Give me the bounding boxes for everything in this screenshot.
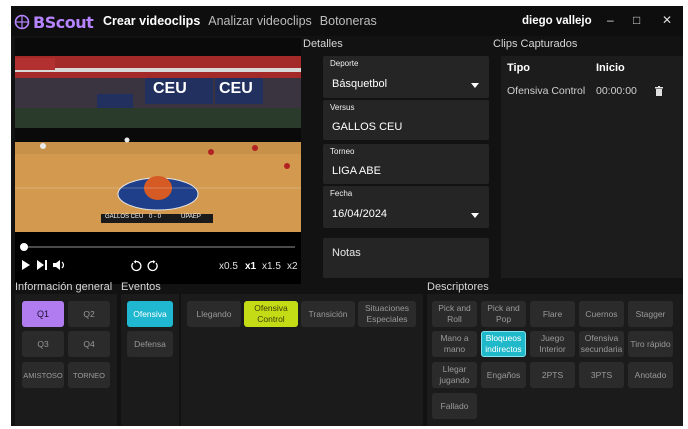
ofensiva-secundaria-button[interactable]: Ofensiva secundaria [579, 331, 624, 357]
versus-field[interactable]: Versus GALLOS CEU [323, 100, 489, 140]
scoreboard-home: GALLOS CEU [105, 214, 144, 220]
amistoso-button[interactable]: AMISTOSO [22, 362, 64, 388]
anotado-button[interactable]: Anotado [628, 362, 673, 388]
maximize-button[interactable]: □ [633, 13, 640, 27]
fecha-select[interactable]: Fecha 16/04/2024 [323, 186, 489, 228]
clips-column-inicio: Inicio [596, 62, 625, 74]
scoreboard-away: UPAEP [181, 214, 201, 220]
speed-1-5[interactable]: x1.5 [262, 261, 281, 272]
fecha-value: 16/04/2024 [332, 208, 388, 220]
pick-and-pop-button[interactable]: Pick and Pop [481, 301, 526, 327]
stagger-button[interactable]: Stagger [628, 301, 673, 327]
app-logo: BScout [13, 12, 94, 32]
progress-knob[interactable] [20, 243, 28, 251]
clips-title: Clips Capturados [493, 38, 578, 50]
descriptores-title: Descriptores [427, 281, 489, 293]
deporte-label: Deporte [330, 59, 359, 68]
q3-button[interactable]: Q3 [22, 331, 64, 357]
clips-column-tipo: Tipo [507, 62, 531, 74]
deporte-select[interactable]: Deporte Básquetbol [323, 56, 489, 98]
tiro-rapido-button[interactable]: Tiro rápido [628, 331, 673, 357]
chevron-down-icon [471, 213, 479, 218]
minimize-button[interactable]: – [607, 13, 614, 27]
brand-name: BScout [33, 12, 94, 32]
play-icon[interactable] [22, 260, 31, 274]
enganos-button[interactable]: Engaños [481, 362, 526, 388]
info-general-title: Información general [15, 281, 113, 293]
juego-interior-button[interactable]: Juego Interior [530, 331, 575, 357]
q2-button[interactable]: Q2 [68, 301, 110, 327]
clip-tipo: Ofensiva Control [507, 85, 586, 97]
trash-icon[interactable] [655, 86, 663, 96]
banner-ceu-left: CEU [153, 80, 187, 97]
situaciones-especiales-button[interactable]: Situaciones Especiales [358, 301, 416, 327]
rewind-5-icon[interactable] [130, 260, 142, 276]
torneo-label: Torneo [330, 147, 355, 156]
forward-5-icon[interactable] [147, 260, 159, 276]
torneo-field[interactable]: Torneo LIGA ABE [323, 144, 489, 184]
banner-ceu-right: CEU [219, 80, 253, 97]
video-frame [15, 38, 301, 232]
scoreboard-score: 0 - 0 [149, 214, 162, 220]
defensa-button[interactable]: Defensa [127, 331, 173, 357]
2pts-button[interactable]: 2PTS [530, 362, 575, 388]
mano-a-mano-button[interactable]: Mano a mano [432, 331, 477, 357]
torneo-button[interactable]: TORNEO [68, 362, 110, 388]
bloqueos-indirectos-button[interactable]: Bloqueos indirectos [481, 331, 526, 357]
q1-button[interactable]: Q1 [22, 301, 64, 327]
ofensiva-control-button[interactable]: Ofensiva Control [244, 301, 298, 327]
volume-icon[interactable] [53, 260, 66, 274]
user-name[interactable]: diego vallejo [522, 15, 592, 27]
notes-placeholder: Notas [332, 247, 361, 259]
llegar-jugando-button[interactable]: Llegar jugando [432, 362, 477, 388]
fallado-button[interactable]: Fallado [432, 393, 477, 419]
main-menu: Crear videoclips Analizar videoclips Bot… [103, 14, 377, 28]
basketball-logo-icon [14, 14, 30, 30]
details-title: Detalles [303, 38, 343, 50]
menu-botoneras[interactable]: Botoneras [320, 14, 377, 28]
flare-button[interactable]: Flare [530, 301, 575, 327]
notes-field[interactable]: Notas [323, 238, 489, 278]
video-player[interactable]: GALLOS CEU 0 - 0 UPAEP CEU CEU [15, 38, 301, 232]
versus-label: Versus [330, 103, 355, 112]
3pts-button[interactable]: 3PTS [579, 362, 624, 388]
speed-2[interactable]: x2 [287, 261, 298, 272]
close-button[interactable]: ✕ [662, 13, 672, 27]
player-controls: x0.5 x1 x1.5 x2 [15, 232, 301, 284]
clips-panel: Tipo Inicio Ofensiva Control 00:00:00 [501, 56, 683, 278]
pick-and-roll-button[interactable]: Pick and Roll [432, 301, 477, 327]
chevron-down-icon [471, 83, 479, 88]
transicion-button[interactable]: Transición [301, 301, 355, 327]
speed-1[interactable]: x1 [245, 261, 256, 272]
speed-0-5[interactable]: x0.5 [219, 261, 238, 272]
app-window: BScout Crear videoclips Analizar videocl… [11, 6, 683, 426]
cuernos-button[interactable]: Cuernos [579, 301, 624, 327]
progress-track[interactable] [21, 246, 295, 248]
llegando-button[interactable]: Llegando [187, 301, 241, 327]
menu-analizar-videoclips[interactable]: Analizar videoclips [208, 14, 312, 28]
eventos-title: Eventos [121, 281, 161, 293]
clip-inicio: 00:00:00 [596, 85, 637, 97]
skip-next-icon[interactable] [37, 260, 48, 274]
deporte-value: Básquetbol [332, 78, 388, 90]
versus-value: GALLOS CEU [332, 121, 403, 133]
ofensiva-button[interactable]: Ofensiva [127, 301, 173, 327]
menu-crear-videoclips[interactable]: Crear videoclips [103, 14, 200, 28]
torneo-value: LIGA ABE [332, 165, 381, 177]
fecha-label: Fecha [330, 189, 353, 198]
q4-button[interactable]: Q4 [68, 331, 110, 357]
title-bar: BScout Crear videoclips Analizar videocl… [11, 6, 683, 36]
